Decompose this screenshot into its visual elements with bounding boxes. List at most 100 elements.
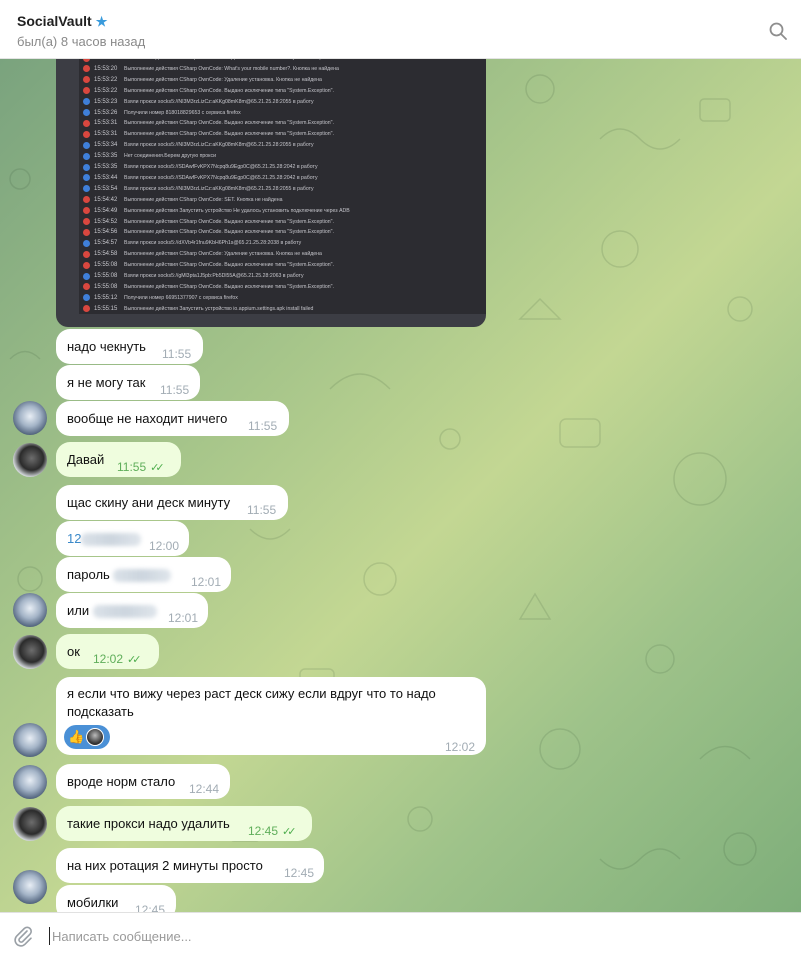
error-icon [83, 130, 90, 138]
message-text: вроде норм стало [67, 774, 176, 789]
message-text: или [67, 603, 90, 618]
error-icon [83, 59, 90, 62]
log-row: 15:53:20 Выполнение действия CSharp OwnCo… [83, 64, 339, 74]
log-time: 15:53:22 [94, 87, 118, 94]
message-time: 11:55 [162, 347, 192, 361]
log-time: 15:53:31 [94, 131, 118, 138]
double-check-icon: ✓✓ [150, 462, 165, 474]
log-row: 15:53:35 Взяли прокси socks5://SDAwfFvKPX… [83, 162, 318, 172]
log-row: 15:54:42 Выполнение действия CSharp OwnCo… [83, 195, 282, 205]
message-bubble[interactable]: вообще не находит ничего 11:55 [56, 401, 289, 436]
info-icon [83, 185, 90, 193]
message-text-wrap: пароль [67, 566, 172, 584]
message-bubble[interactable]: надо чекнуть 11:55 [56, 329, 203, 364]
avatar[interactable] [13, 765, 47, 799]
log-time: 15:53:26 [94, 109, 118, 116]
log-text: Выполнение действия CSharp OwnCode. Выда… [124, 229, 334, 236]
message-bubble[interactable]: мобилки 12:45 [56, 885, 176, 912]
avatar[interactable] [13, 635, 47, 669]
message-time: 12:02 [445, 740, 476, 754]
message-bubble[interactable]: ок 12:02 ✓✓ [56, 634, 159, 669]
info-icon [83, 163, 90, 171]
message-time-text: 12:45 [248, 824, 279, 838]
message-input[interactable] [52, 927, 752, 945]
error-icon [83, 65, 90, 73]
avatar[interactable] [13, 870, 47, 904]
message-text: Давай [67, 452, 105, 467]
message-list[interactable]: 15:53:17Выполнение действия CSharp OwnCo… [0, 59, 801, 912]
hidden-content [92, 605, 157, 619]
chat-title[interactable]: SocialVault ★ [17, 13, 107, 30]
avatar[interactable] [13, 593, 47, 627]
message-text: я не могу так [67, 375, 146, 390]
log-text: Выполнение действия CSharp OwnCode: What… [124, 65, 339, 72]
chat-title-text: SocialVault [17, 13, 92, 29]
log-text: Взяли прокси socks5://NI3M3rzLizCz:aKKg0… [124, 142, 314, 149]
log-text: Взяли прокси socks5://NI3M3rzLizCz:aKKg0… [124, 98, 314, 105]
info-icon [83, 174, 90, 182]
log-screenshot[interactable]: 15:53:17Выполнение действия CSharp OwnCo… [56, 59, 486, 327]
message-bubble[interactable]: я если что вижу через раст деск сижу есл… [56, 677, 486, 755]
info-icon [83, 98, 90, 106]
log-text: Выполнение действия CSharp OwnCode. Выда… [124, 87, 334, 94]
message-bubble[interactable]: пароль 12:01 [56, 557, 231, 592]
message-bubble[interactable]: вроде норм стало 12:44 [56, 764, 230, 799]
avatar[interactable] [13, 443, 47, 477]
message-bubble[interactable]: такие прокси надо удалить 12:45 ✓✓ [56, 806, 312, 841]
message-time: 12:00 [149, 539, 180, 553]
log-time: 15:53:23 [94, 98, 118, 105]
log-row: 15:54:58 Выполнение действия CSharp OwnCo… [83, 249, 322, 259]
log-row: 15:53:17Выполнение действия CSharp OwnCo… [83, 59, 334, 63]
log-row: 15:55:08 Взяли прокси socks5://gMl3pta1J5… [83, 271, 304, 281]
log-time: 15:53:31 [94, 120, 118, 127]
reaction-avatar [86, 728, 105, 746]
log-row: 15:53:31 Выполнение действия CSharp OwnCo… [83, 118, 334, 128]
message-bubble[interactable]: 12 12:00 [56, 521, 189, 556]
log-row: 15:55:08 Выполнение действия CSharp OwnCo… [83, 282, 334, 292]
log-row: 15:53:34 Взяли прокси socks5://NI3M3rzLiz… [83, 140, 314, 150]
avatar[interactable] [13, 401, 47, 435]
log-row: 15:55:15 Выполнение действия Запустить ус… [83, 304, 313, 314]
reaction-badge[interactable]: 👍 [64, 725, 110, 749]
message-composer[interactable] [0, 912, 801, 957]
message-bubble[interactable]: я не могу так 11:55 [56, 365, 200, 400]
info-icon [83, 239, 90, 247]
message-link[interactable]: 12 [67, 531, 81, 546]
paperclip-icon[interactable] [12, 925, 34, 947]
avatar[interactable] [13, 807, 47, 841]
log-row: 15:55:12 Получили номер 66951377907 с сер… [83, 293, 238, 303]
hidden-content [113, 569, 172, 583]
error-icon [83, 87, 90, 95]
log-row: 15:54:49 Выполнение действия Запустить ус… [83, 206, 350, 216]
error-icon [83, 228, 90, 236]
message-bubble[interactable]: или 12:01 [56, 593, 208, 628]
log-text: Взяли прокси socks5://gMl3pta1J5pb:Pb5Dl… [124, 273, 304, 279]
message-bubble[interactable]: на них ротация 2 минуты просто 12:45 [56, 848, 324, 883]
log-row: 15:54:52 Выполнение действия CSharp OwnCo… [83, 217, 334, 227]
star-icon: ★ [95, 14, 108, 29]
log-time: 15:53:22 [94, 76, 118, 83]
log-text: Выполнение действия CSharp OwnCode. Выда… [124, 218, 334, 225]
log-time: 15:55:08 [94, 283, 118, 290]
message-bubble[interactable]: щас скину ани деск минуту 11:55 [56, 485, 288, 520]
message-text: мобилки [67, 895, 119, 910]
chat-header[interactable]: SocialVault ★ был(а) 8 часов назад [0, 0, 801, 59]
message-time: 12:45 [284, 866, 315, 880]
info-icon [83, 294, 90, 302]
log-row: 15:53:54 Взяли прокси socks5://NI3M3rzLiz… [83, 184, 314, 194]
log-row: 15:55:08 Выполнение действия CSharp OwnCo… [83, 260, 334, 270]
log-time: 15:53:54 [94, 185, 118, 192]
log-text: Взяли прокси socks5://dXVb4r1fnu9KbH6Ph1… [124, 240, 302, 247]
error-icon [83, 76, 90, 84]
log-time: 15:55:08 [94, 273, 118, 279]
search-icon[interactable] [769, 22, 787, 40]
log-time: 15:54:58 [94, 251, 118, 258]
message-time: 11:55 [248, 419, 278, 433]
log-text: Выполнение действия CSharp OwnCode. Выда… [124, 131, 334, 138]
log-text: Получили номер 66951377907 с сервиса fir… [124, 294, 238, 301]
message-bubble[interactable]: Давай 11:55 ✓✓ [56, 442, 181, 477]
avatar[interactable] [13, 723, 47, 757]
message-time: 12:01 [191, 575, 222, 589]
log-text: Выполнение действия CSharp OwnCode: Удал… [124, 251, 322, 258]
message-time: 11:55 ✓✓ [117, 458, 165, 477]
